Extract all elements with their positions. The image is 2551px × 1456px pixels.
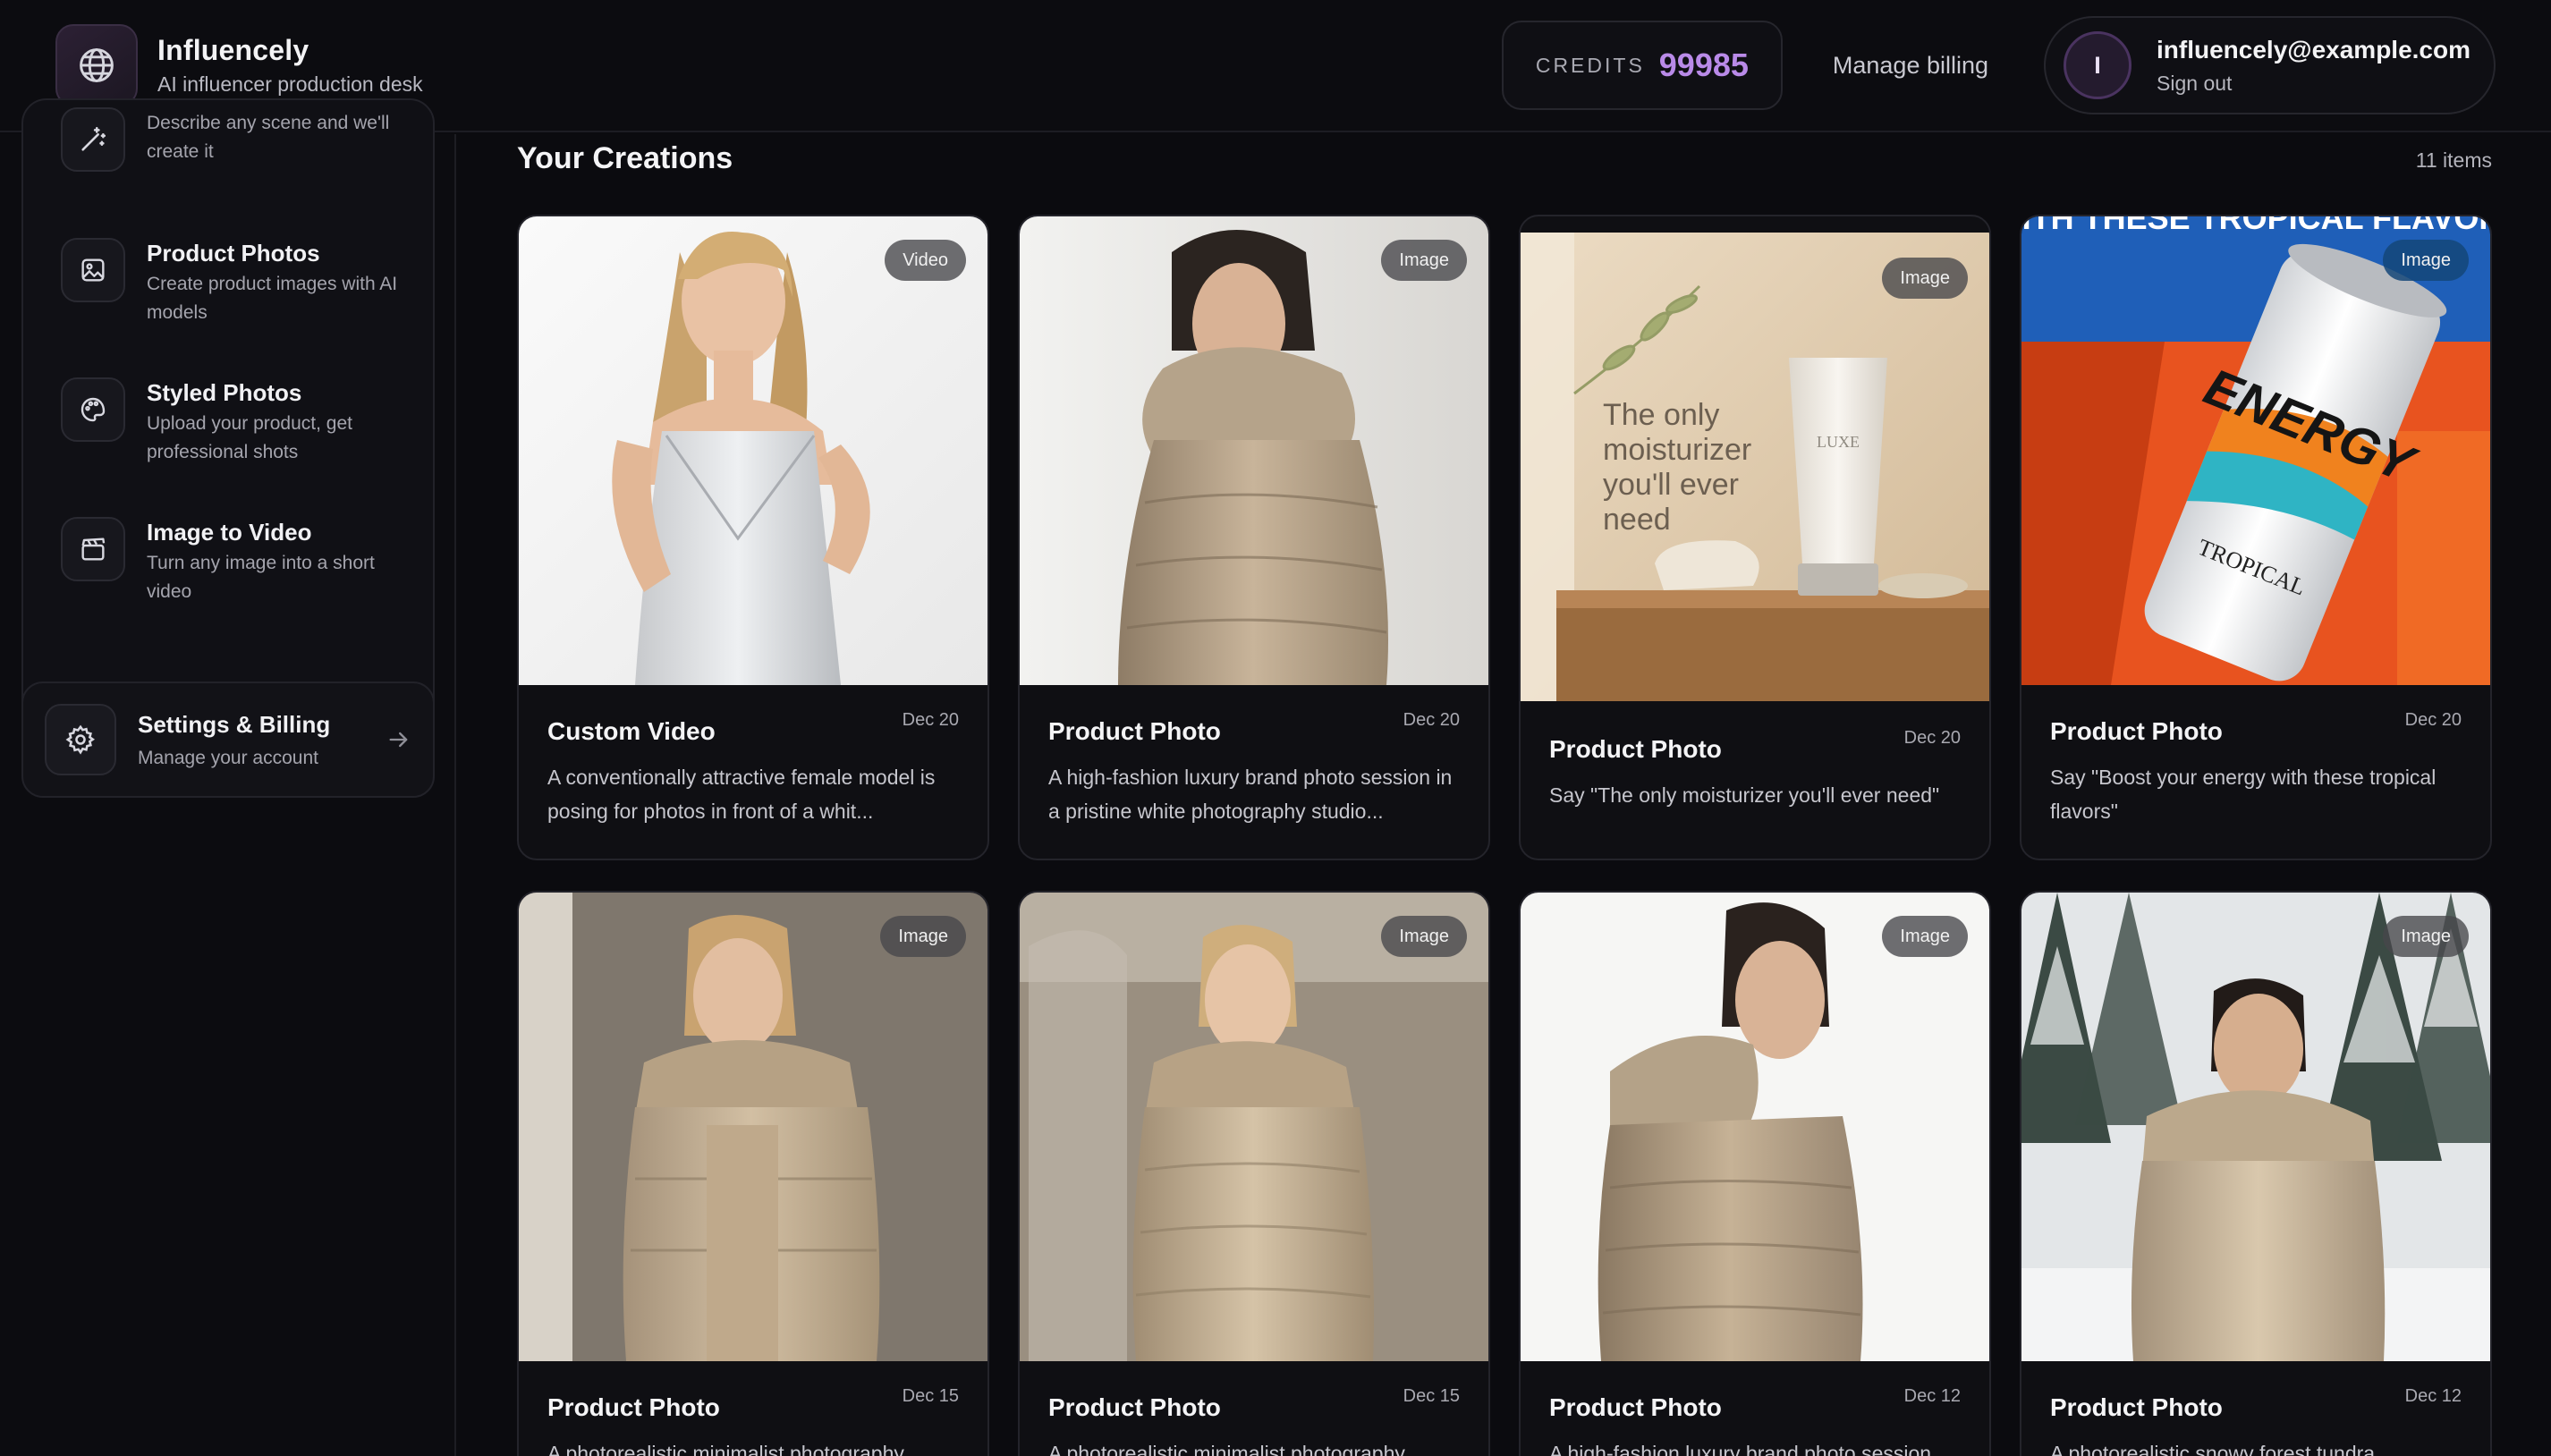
credits-label: CREDITS bbox=[1535, 53, 1645, 77]
clapperboard-icon bbox=[61, 517, 125, 581]
creation-card[interactable]: Image Product Photo Dec 12 A high-fashio… bbox=[1519, 891, 1991, 1456]
tools-panel: Describe any scene and we'll create it P… bbox=[21, 98, 435, 778]
media-type-badge: Image bbox=[880, 916, 966, 957]
thumbnail-image: WITH THESE TROPICAL FLAVORS ENERGY TROPI… bbox=[2021, 216, 2490, 685]
card-date: Dec 20 bbox=[1903, 728, 1961, 748]
card-date: Dec 12 bbox=[2404, 1386, 2462, 1406]
thumbnail-image bbox=[519, 893, 987, 1361]
tool-description: Turn any image into a short video bbox=[147, 553, 375, 602]
sidebar-item-image-to-video[interactable]: Image to Video Turn any image into a sho… bbox=[23, 517, 433, 606]
brand-name: Influencely bbox=[157, 34, 309, 66]
overlay-banner-text: WITH THESE TROPICAL FLAVORS bbox=[2021, 216, 2490, 236]
card-title: Product Photo bbox=[2050, 1393, 2223, 1421]
card-title: Product Photo bbox=[1549, 1393, 1722, 1421]
overlay-text-line: moisturizer bbox=[1603, 433, 1751, 467]
user-email: influencely@example.com bbox=[2157, 35, 2470, 63]
account-menu[interactable]: I influencely@example.com Sign out bbox=[2044, 16, 2496, 114]
sidebar-item-custom-scene[interactable]: Describe any scene and we'll create it bbox=[23, 107, 433, 172]
arrow-right-icon bbox=[386, 727, 411, 752]
brand-tagline: AI influencer production desk bbox=[157, 72, 423, 96]
settings-billing-button[interactable]: Settings & Billing Manage your account bbox=[21, 681, 435, 798]
card-description: A high-fashion luxury brand photo sessio… bbox=[1048, 766, 1453, 823]
tool-description: Create product images with AI models bbox=[147, 274, 398, 323]
credits-display: CREDITS 99985 bbox=[1501, 21, 1783, 110]
card-description: A high-fashion luxury brand photo sessio… bbox=[1549, 1442, 1932, 1456]
brand[interactable]: Influencely AI influencer production des… bbox=[55, 24, 423, 106]
gear-icon bbox=[45, 704, 116, 775]
product-brand: LUXE bbox=[1817, 433, 1860, 451]
thumbnail-image bbox=[1521, 893, 1989, 1361]
sidebar-item-product-photos[interactable]: Product Photos Create product images wit… bbox=[23, 238, 433, 327]
card-date: Dec 20 bbox=[902, 710, 959, 730]
card-title: Product Photo bbox=[1048, 717, 1221, 745]
sidebar-item-styled-photos[interactable]: Styled Photos Upload your product, get p… bbox=[23, 377, 433, 467]
tool-description: Upload your product, get professional sh… bbox=[147, 413, 352, 462]
card-date: Dec 15 bbox=[902, 1386, 959, 1406]
media-type-badge: Image bbox=[1381, 240, 1467, 281]
app-window: Influencely AI influencer production des… bbox=[0, 0, 2551, 1456]
tool-description: Describe any scene and we'll create it bbox=[147, 113, 390, 162]
creation-card[interactable]: Image Product Photo Dec 15 A photorealis… bbox=[1018, 891, 1490, 1456]
creation-card[interactable]: Video Custom Video Dec 20 A conventional… bbox=[517, 215, 989, 860]
creation-card[interactable]: Image Product Photo Dec 15 A photorealis… bbox=[517, 891, 989, 1456]
tool-title: Image to Video bbox=[147, 519, 312, 546]
thumbnail-image bbox=[2021, 893, 2490, 1361]
creation-card[interactable]: WITH THESE TROPICAL FLAVORS ENERGY TROPI… bbox=[2020, 215, 2492, 860]
settings-title: Settings & Billing bbox=[138, 710, 331, 738]
thumbnail-image: LUXE The only moisturizer you'll ever ne… bbox=[1521, 233, 1989, 701]
card-title: Product Photo bbox=[1549, 735, 1722, 763]
card-description: Say "Boost your energy with these tropic… bbox=[2050, 766, 2437, 823]
magic-wand-icon bbox=[61, 107, 125, 172]
overlay-text-line: The only bbox=[1603, 398, 1719, 432]
media-type-badge: Image bbox=[2383, 240, 2469, 281]
card-title: Custom Video bbox=[547, 717, 716, 745]
image-icon bbox=[61, 238, 125, 302]
card-description: A conventionally attractive female model… bbox=[547, 766, 936, 823]
creation-card[interactable]: Image Product Photo Dec 20 A high-fashio… bbox=[1018, 215, 1490, 860]
media-type-badge: Image bbox=[2383, 916, 2469, 957]
card-description: A photorealistic minimalist photography bbox=[547, 1442, 904, 1456]
sidebar: Describe any scene and we'll create it P… bbox=[0, 98, 456, 1456]
card-description: A photorealistic snowy forest tundra bbox=[2050, 1442, 2376, 1456]
settings-subtitle: Manage your account bbox=[138, 747, 318, 768]
section-title: Your Creations bbox=[517, 141, 733, 175]
items-count: 11 items bbox=[2415, 148, 2492, 172]
card-title: Product Photo bbox=[547, 1393, 720, 1421]
card-description: A photorealistic minimalist photography bbox=[1048, 1442, 1405, 1456]
palette-icon bbox=[61, 377, 125, 442]
thumbnail-image bbox=[519, 216, 987, 685]
card-title: Product Photo bbox=[2050, 717, 2223, 745]
creation-card[interactable]: Image Product Photo Dec 12 A photorealis… bbox=[2020, 891, 2492, 1456]
creation-card[interactable]: LUXE The only moisturizer you'll ever ne… bbox=[1519, 215, 1991, 860]
tool-title: Product Photos bbox=[147, 240, 320, 267]
credits-value: 99985 bbox=[1658, 47, 1749, 83]
card-title: Product Photo bbox=[1048, 1393, 1221, 1421]
thumbnail-image bbox=[1020, 893, 1488, 1361]
media-type-badge: Video bbox=[885, 240, 966, 281]
manage-billing-link[interactable]: Manage billing bbox=[1833, 52, 1988, 80]
media-type-badge: Image bbox=[1381, 916, 1467, 957]
thumbnail-image bbox=[1020, 216, 1488, 685]
tool-title: Styled Photos bbox=[147, 379, 302, 406]
card-date: Dec 20 bbox=[1403, 710, 1460, 730]
card-date: Dec 12 bbox=[1903, 1386, 1961, 1406]
card-date: Dec 20 bbox=[2404, 710, 2462, 730]
media-type-badge: Image bbox=[1882, 916, 1968, 957]
overlay-text-line: you'll ever bbox=[1603, 468, 1739, 502]
avatar: I bbox=[2064, 31, 2132, 99]
media-type-badge: Image bbox=[1882, 258, 1968, 299]
sign-out-link[interactable]: Sign out bbox=[2157, 72, 2470, 96]
creations-section: Your Creations 11 items Video Custom Vid… bbox=[458, 134, 2551, 1456]
card-date: Dec 15 bbox=[1403, 1386, 1460, 1406]
globe-icon bbox=[55, 24, 138, 106]
overlay-text-line: need bbox=[1603, 503, 1671, 537]
card-description: Say "The only moisturizer you'll ever ne… bbox=[1549, 783, 1940, 807]
